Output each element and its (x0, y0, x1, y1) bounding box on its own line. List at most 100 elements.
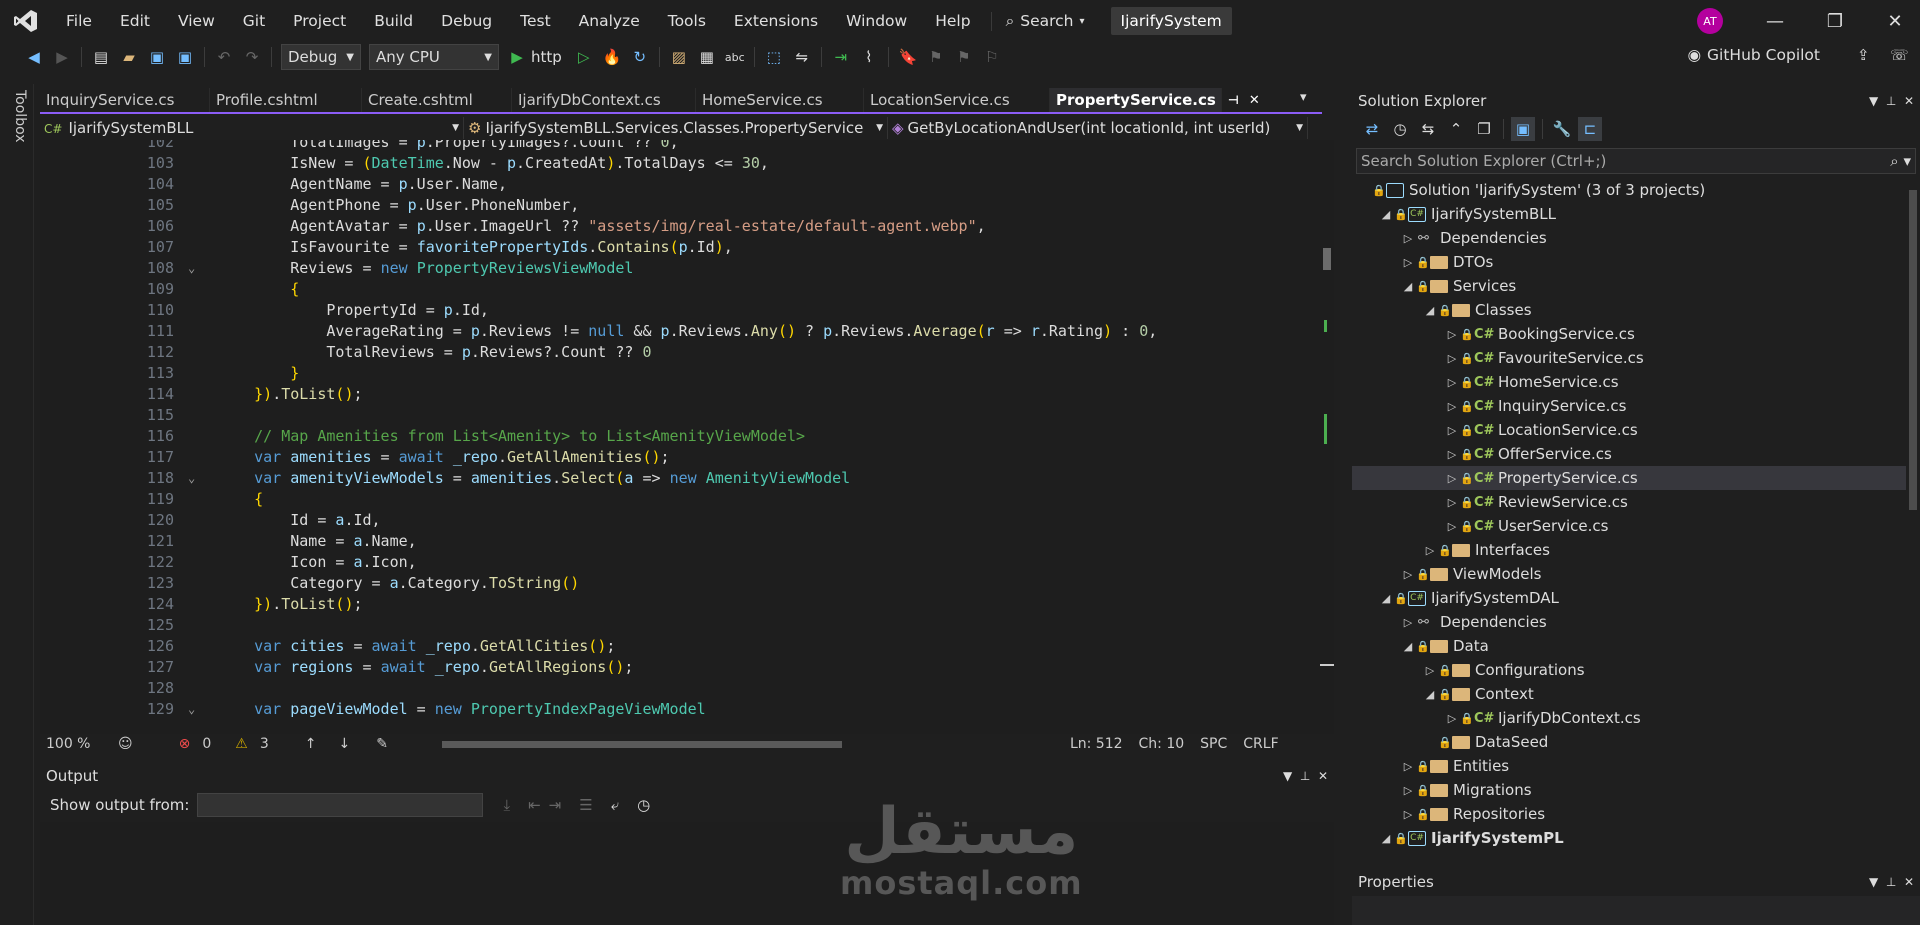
expanded-chevron-icon[interactable]: ◢ (1422, 304, 1438, 317)
spell-check-icon[interactable]: abc (723, 45, 747, 69)
tree-item[interactable]: ▷ 🔒 C# LocationService.cs (1352, 418, 1906, 442)
menu-test[interactable]: Test (506, 12, 565, 30)
collapsed-chevron-icon[interactable]: ▷ (1444, 712, 1460, 725)
tree-item[interactable]: ▷ 🔒 DTOs (1352, 250, 1906, 274)
collapsed-chevron-icon[interactable]: ▷ (1400, 256, 1416, 269)
tree-item[interactable]: ▷ 🔒 Entities (1352, 754, 1906, 778)
code-line[interactable]: 129 ⌄ var pageViewModel = new PropertyInd… (40, 699, 1320, 720)
find-message-icon[interactable]: ⤓ (503, 796, 510, 814)
menu-window[interactable]: Window (832, 12, 921, 30)
window-menu-icon[interactable]: ▼ (1869, 94, 1878, 108)
properties-icon[interactable]: 🔧 (1550, 117, 1574, 141)
layout-icon[interactable]: ▦ (695, 45, 719, 69)
search-button[interactable]: ⌕ Search ▾ (990, 11, 1099, 31)
collapsed-chevron-icon[interactable]: ▷ (1444, 376, 1460, 389)
indent-icon[interactable]: ⇥ (829, 45, 853, 69)
whitespace-mode[interactable]: SPC (1200, 736, 1227, 752)
prev-bookmark-icon[interactable]: ⚑ (924, 45, 948, 69)
fold-toggle-icon[interactable]: ⌄ (188, 258, 195, 279)
preview-icon[interactable]: ⊏ (1578, 117, 1602, 141)
bookmark-icon[interactable]: 🔖 (896, 45, 920, 69)
h-scroll-thumb[interactable] (441, 741, 842, 748)
collapsed-chevron-icon[interactable]: ▷ (1444, 520, 1460, 533)
code-line[interactable]: 103 IsNew = (DateTime.Now - p.CreatedAt)… (40, 153, 1320, 174)
collapsed-chevron-icon[interactable]: ▷ (1400, 232, 1416, 245)
tab-propertyservice-cs[interactable]: PropertyService.cs ⊣ ✕ (1050, 88, 1260, 112)
tree-scroll-thumb[interactable] (1909, 190, 1917, 510)
menu-view[interactable]: View (164, 12, 229, 30)
code-line[interactable]: 106 AgentAvatar = p.User.ImageUrl ?? "as… (40, 216, 1320, 237)
platform-select[interactable]: Any CPU ▼ (369, 44, 499, 70)
tree-item[interactable]: ▷ 🔒 C# FavouriteService.cs (1352, 346, 1906, 370)
start-without-debugging-icon[interactable]: ▷ (572, 45, 596, 69)
toolbox-strip[interactable]: Toolbox (0, 84, 34, 925)
code-line[interactable]: 125 (40, 615, 1320, 636)
code-line[interactable]: 120 Id = a.Id, (40, 510, 1320, 531)
menu-debug[interactable]: Debug (427, 12, 506, 30)
window-menu-icon[interactable]: ▼ (1283, 769, 1292, 783)
run-profile-label[interactable]: http (531, 48, 562, 66)
menu-build[interactable]: Build (360, 12, 427, 30)
tab-create-cshtml[interactable]: Create.cshtml (362, 88, 512, 112)
properties-body[interactable] (1352, 896, 1920, 925)
close-icon[interactable]: ✕ (1904, 875, 1914, 889)
feedback-icon[interactable]: ☏ (1890, 46, 1909, 64)
solution-name-badge[interactable]: IjarifySystem (1110, 7, 1232, 35)
pin-tab-icon[interactable]: ⊣ (1228, 93, 1239, 107)
collapsed-chevron-icon[interactable]: ▷ (1422, 544, 1438, 557)
tab-overflow-icon[interactable]: ▾ (1300, 90, 1307, 105)
code-line[interactable]: 113 } (40, 363, 1320, 384)
collapsed-chevron-icon[interactable]: ▷ (1444, 448, 1460, 461)
clear-all-icon[interactable]: ☰ (579, 796, 592, 814)
collapsed-chevron-icon[interactable]: ▷ (1400, 760, 1416, 773)
horizontal-scrollbar[interactable] (424, 737, 1044, 751)
code-line[interactable]: 107 IsFavourite = favoritePropertyIds.Co… (40, 237, 1320, 258)
collapse-all-icon[interactable]: ⌃ (1444, 117, 1468, 141)
code-line[interactable]: 118 ⌄ var amenityViewModels = amenities.S… (40, 468, 1320, 489)
menu-analyze[interactable]: Analyze (565, 12, 654, 30)
member-dropdown[interactable]: ◈ GetByLocationAndUser(int locationId, in… (888, 117, 1308, 139)
close-icon[interactable]: ✕ (1318, 769, 1328, 783)
line-ending[interactable]: CRLF (1243, 736, 1278, 752)
arrow-up-icon[interactable]: ↑ (305, 736, 317, 752)
tab-ijarifydbcontext-cs[interactable]: IjarifyDbContext.cs (512, 88, 696, 112)
compare-icon[interactable]: ⇋ (790, 45, 814, 69)
code-editor[interactable]: 102 TotalImages = p.PropertyImages?.Coun… (40, 140, 1320, 734)
solution-search-input[interactable]: Search Solution Explorer (Ctrl+;) ⌕ ▾ (1356, 148, 1916, 174)
user-avatar[interactable]: AT (1697, 8, 1723, 34)
project-dropdown[interactable]: C# IjarifySystemBLL ▼ (40, 117, 464, 139)
scroll-thumb[interactable] (1323, 248, 1331, 270)
pin-icon[interactable]: ⊥ (1300, 769, 1310, 783)
new-item-icon[interactable]: ▤ (89, 45, 113, 69)
fold-toggle-icon[interactable]: ⌄ (188, 699, 195, 720)
code-line[interactable]: 126 var cities = await _repo.GetAllCitie… (40, 636, 1320, 657)
tree-item[interactable]: 🔒 DataSeed (1352, 730, 1906, 754)
forward-icon[interactable]: ▶ (50, 45, 74, 69)
tree-item[interactable]: ▷ 🔒 C# IjarifyDbContext.cs (1352, 706, 1906, 730)
class-dropdown[interactable]: ⚙ IjarifySystemBLL.Services.Classes.Prope… (464, 117, 888, 139)
output-text-area[interactable] (40, 822, 1334, 925)
tree-item[interactable]: ◢ 🔒 C# IjarifySystemBLL (1352, 202, 1906, 226)
tree-item[interactable]: ▷ 🔒 C# PropertyService.cs (1352, 466, 1906, 490)
switch-views-icon[interactable]: ⇄ (1360, 117, 1384, 141)
collapsed-chevron-icon[interactable]: ▷ (1400, 616, 1416, 629)
code-line[interactable]: 117 var amenities = await _repo.GetAllAm… (40, 447, 1320, 468)
collapsed-chevron-icon[interactable]: ▷ (1422, 664, 1438, 677)
tree-item[interactable]: ▷ 🔒 C# ReviewService.cs (1352, 490, 1906, 514)
tree-item[interactable]: ▷ 🔒 C# UserService.cs (1352, 514, 1906, 538)
expanded-chevron-icon[interactable]: ◢ (1422, 688, 1438, 701)
tab-homeservice-cs[interactable]: HomeService.cs (696, 88, 864, 112)
tree-item[interactable]: ▷ 🔒 ViewModels (1352, 562, 1906, 586)
code-line[interactable]: 111 AverageRating = p.Reviews != null &&… (40, 321, 1320, 342)
filter-icon[interactable]: ▣ (1511, 117, 1535, 141)
code-line[interactable]: 116 // Map Amenities from List<Amenity> … (40, 426, 1320, 447)
collapsed-chevron-icon[interactable]: ▷ (1444, 424, 1460, 437)
restore-button[interactable]: ❐ (1805, 0, 1865, 42)
code-line[interactable]: 115 (40, 405, 1320, 426)
configuration-select[interactable]: Debug ▼ (281, 44, 361, 70)
next-message-icon[interactable]: ⇥ (549, 796, 562, 814)
expanded-chevron-icon[interactable]: ◢ (1378, 592, 1394, 605)
minimize-button[interactable]: — (1745, 0, 1805, 42)
tree-item[interactable]: 🔒 Solution 'IjarifySystem' (3 of 3 projec… (1352, 178, 1906, 202)
tab-profile-cshtml[interactable]: Profile.cshtml (210, 88, 362, 112)
